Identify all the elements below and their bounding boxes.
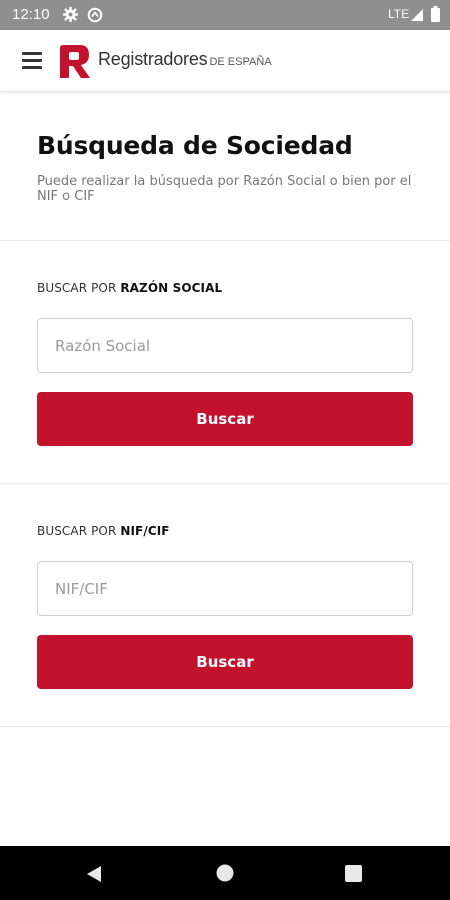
hamburger-menu-icon[interactable] <box>20 50 44 70</box>
signal-icon <box>411 9 423 21</box>
label-emphasis: RAZÓN SOCIAL <box>120 281 223 295</box>
title-section: Búsqueda de Sociedad Puede realizar la b… <box>0 93 450 241</box>
brand-sub-text: DE ESPAÑA <box>209 56 272 68</box>
battery-icon <box>431 6 440 22</box>
label-prefix: BUSCAR POR <box>37 524 117 538</box>
gear-icon <box>63 7 78 22</box>
section-label-name: BUSCAR POR RAZÓN SOCIAL <box>37 281 222 295</box>
home-icon[interactable] <box>216 864 234 882</box>
search-by-nif-section: BUSCAR POR NIF/CIF Buscar <box>0 484 450 727</box>
status-bar: 12:10 LTE <box>0 0 450 30</box>
registradores-logo-icon <box>60 45 90 78</box>
brand-main-text: Registradores <box>98 49 208 69</box>
label-emphasis: NIF/CIF <box>120 524 170 538</box>
recents-icon[interactable] <box>345 865 362 882</box>
brand-name: Registradores DE ESPAÑA <box>98 49 272 70</box>
status-time: 12:10 <box>12 6 50 23</box>
network-type: LTE <box>388 7 410 21</box>
razon-social-input[interactable] <box>37 318 413 373</box>
search-by-name-section: BUSCAR POR RAZÓN SOCIAL Buscar <box>0 241 450 484</box>
label-prefix: BUSCAR POR <box>37 281 117 295</box>
page-title: Búsqueda de Sociedad <box>37 131 353 160</box>
search-by-nif-button[interactable]: Buscar <box>37 635 413 689</box>
section-label-nif: BUSCAR POR NIF/CIF <box>37 524 170 538</box>
app-header: Registradores DE ESPAÑA <box>0 30 450 92</box>
page-description: Puede realizar la búsqueda por Razón Soc… <box>37 174 412 204</box>
navigation-bar <box>0 846 450 900</box>
back-icon[interactable] <box>86 865 102 883</box>
nif-cif-input[interactable] <box>37 561 413 616</box>
search-by-name-button[interactable]: Buscar <box>37 392 413 446</box>
sync-icon <box>87 7 103 23</box>
